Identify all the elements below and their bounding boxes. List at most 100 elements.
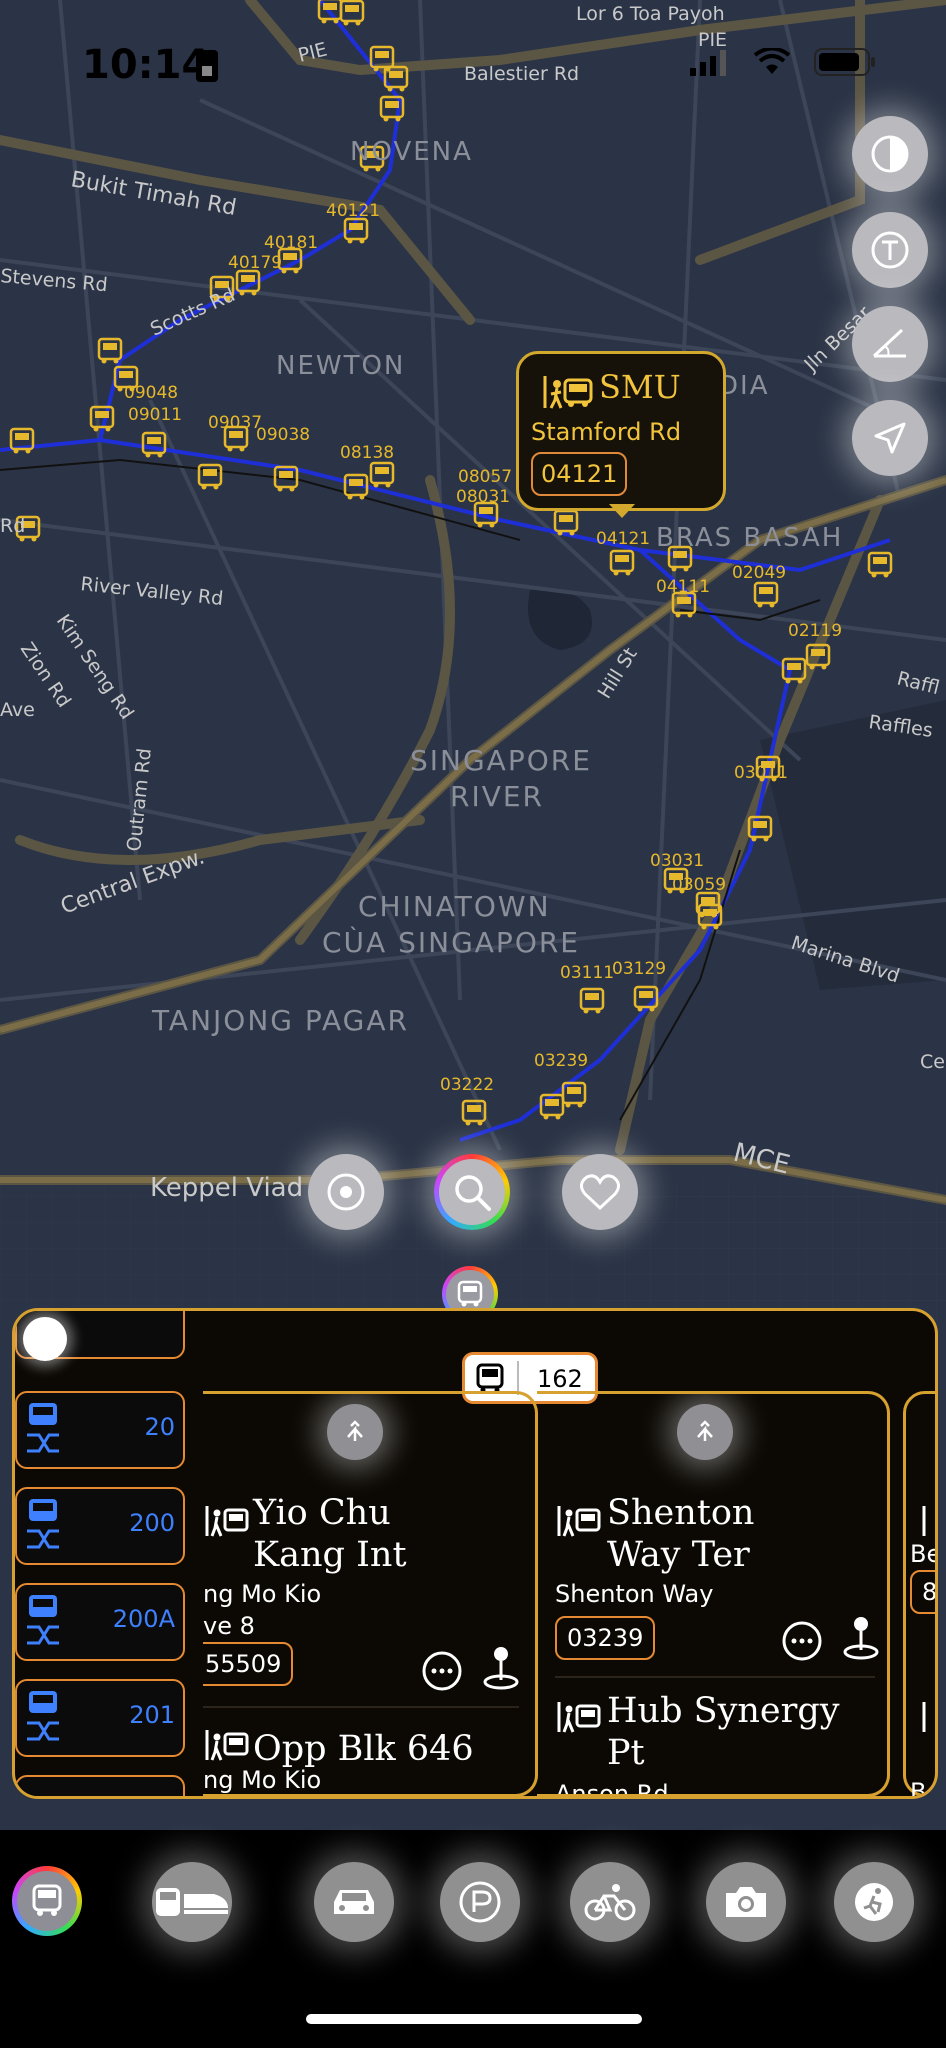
direction-button[interactable] <box>327 1404 383 1460</box>
callout-pointer <box>609 504 635 518</box>
stop-label: 02049 <box>732 563 786 583</box>
stop-label: 04121 <box>596 529 650 549</box>
road-label: Ave <box>0 699 35 721</box>
callout-road: Stamford Rd <box>531 418 682 446</box>
home-indicator[interactable] <box>306 2014 642 2024</box>
car-button[interactable] <box>314 1862 394 1942</box>
angle-icon <box>872 328 906 358</box>
activity-button[interactable] <box>834 1862 914 1942</box>
parking-button[interactable] <box>440 1862 520 1942</box>
place-label: CÙA SINGAPORE <box>322 925 580 959</box>
route-item[interactable]: 200A <box>15 1583 185 1661</box>
stop-label: 03239 <box>534 1051 588 1071</box>
stop-label: 09038 <box>256 425 310 445</box>
stop-list-card-partial[interactable]: Be 8 B <box>903 1391 935 1799</box>
route-number: 200A <box>112 1605 175 1633</box>
map-pin-icon[interactable] <box>841 1614 881 1666</box>
stop-label: 40181 <box>264 233 318 253</box>
stop-label: 03031 <box>650 851 704 871</box>
stop-label: 40179 <box>228 253 282 273</box>
stop-label: 03011 <box>734 763 788 783</box>
stop-name: Shenton Way Ter <box>607 1493 755 1575</box>
stop-label: 03059 <box>672 875 726 895</box>
bus-shuffle-icon <box>25 1593 61 1653</box>
signal-icon <box>690 50 726 80</box>
transit-button[interactable] <box>152 1862 232 1942</box>
compass-angle-button[interactable] <box>852 306 928 382</box>
bus-stop-icon <box>920 1700 930 1738</box>
stop-code: 03239 <box>555 1616 656 1660</box>
locate-arrow-button[interactable] <box>852 400 928 476</box>
bus-stop-icon <box>205 1504 249 1542</box>
stop-label: 09011 <box>128 405 182 425</box>
parking-icon <box>459 1881 501 1923</box>
center-location-button[interactable] <box>308 1154 384 1230</box>
stop-road: ng Mo Kio <box>203 1766 322 1794</box>
bus-icon <box>457 1280 483 1307</box>
stop-name: Hub Synergy Pt <box>607 1691 840 1773</box>
bus-mode-button[interactable] <box>12 1866 82 1936</box>
stop-road-line2: ve 8 <box>203 1612 255 1640</box>
target-icon <box>327 1173 365 1211</box>
search-button[interactable] <box>434 1154 510 1230</box>
place-label: TANJONG PAGAR <box>151 1004 409 1037</box>
car-icon <box>334 1890 374 1914</box>
bus-shuffle-icon <box>25 1689 61 1749</box>
stop-label: 08031 <box>456 487 510 507</box>
stop-name: Yio Chu Kang Int <box>253 1493 407 1575</box>
place-label: BRAS BASAH <box>656 523 843 553</box>
bus-stop-icon <box>205 1728 249 1766</box>
selected-service-number: 162 <box>537 1365 583 1393</box>
stop-code: 8 <box>910 1570 935 1614</box>
search-icon <box>455 1175 491 1211</box>
more-icon[interactable] <box>781 1620 823 1666</box>
place-label: NEWTON <box>276 351 405 381</box>
road-label: Ce <box>920 1051 945 1073</box>
bus-stop-icon <box>557 1504 601 1542</box>
stop-label: 08138 <box>340 443 394 463</box>
route-item[interactable]: 20 <box>15 1391 185 1469</box>
stop-label: 03222 <box>440 1075 494 1095</box>
bus-shuffle-icon <box>25 1497 61 1557</box>
stop-list-card[interactable]: Yio Chu Kang Int ng Mo Kio ve 8 55509 Opp… <box>203 1391 538 1796</box>
status-bar: 10:14 <box>0 40 946 90</box>
route-number: 200 <box>129 1509 175 1537</box>
stop-label: 02119 <box>788 621 842 641</box>
stop-list-card[interactable]: Shenton Way Ter Shenton Way 03239 Hub Syn… <box>537 1391 890 1796</box>
road-label: Lor 6 Toa Payoh <box>576 3 725 25</box>
route-item[interactable]: 201 <box>15 1679 185 1757</box>
callout-stop-code: 04121 <box>531 452 628 496</box>
merge-arrow-icon <box>347 1420 363 1441</box>
merge-arrow-icon <box>697 1420 713 1441</box>
activity-icon <box>855 1883 893 1921</box>
stop-road: Be <box>910 1540 935 1568</box>
stop-label: 09048 <box>124 383 178 403</box>
map-theme-button[interactable] <box>852 116 928 192</box>
camera-icon <box>726 1887 766 1917</box>
stop-callout[interactable]: SMU Stamford Rd 04121 <box>516 351 726 518</box>
bus-service-panel[interactable]: 20 200 200A 201 162 Yio Chu Kang Int ng M… <box>12 1308 938 1799</box>
lock-icon <box>196 50 218 86</box>
more-icon[interactable] <box>421 1650 463 1696</box>
location-arrow-icon <box>874 422 906 454</box>
map-pin-icon[interactable] <box>481 1644 521 1696</box>
route-item-partial[interactable] <box>15 1775 185 1796</box>
route-list[interactable]: 20 200 200A 201 <box>15 1311 207 1796</box>
stop-road: ng Mo Kio <box>203 1580 322 1608</box>
route-item[interactable]: 200 <box>15 1487 185 1565</box>
battery-icon <box>814 48 876 80</box>
place-label: CHINATOWN <box>358 890 551 923</box>
camera-button[interactable] <box>706 1862 786 1942</box>
direction-button[interactable] <box>677 1404 733 1460</box>
stop-label: 04111 <box>656 577 710 597</box>
bus-shuffle-icon <box>25 1401 61 1461</box>
bicycle-button[interactable] <box>570 1862 650 1942</box>
traffic-button[interactable] <box>852 212 928 288</box>
place-label: SINGAPORE <box>410 744 592 777</box>
drag-handle[interactable] <box>23 1317 67 1361</box>
bus-stop-icon <box>920 1504 930 1542</box>
stop-road: B <box>910 1778 927 1799</box>
favorites-button[interactable] <box>562 1154 638 1230</box>
status-time: 10:14 <box>82 42 210 88</box>
stop-code: 55509 <box>203 1642 294 1686</box>
